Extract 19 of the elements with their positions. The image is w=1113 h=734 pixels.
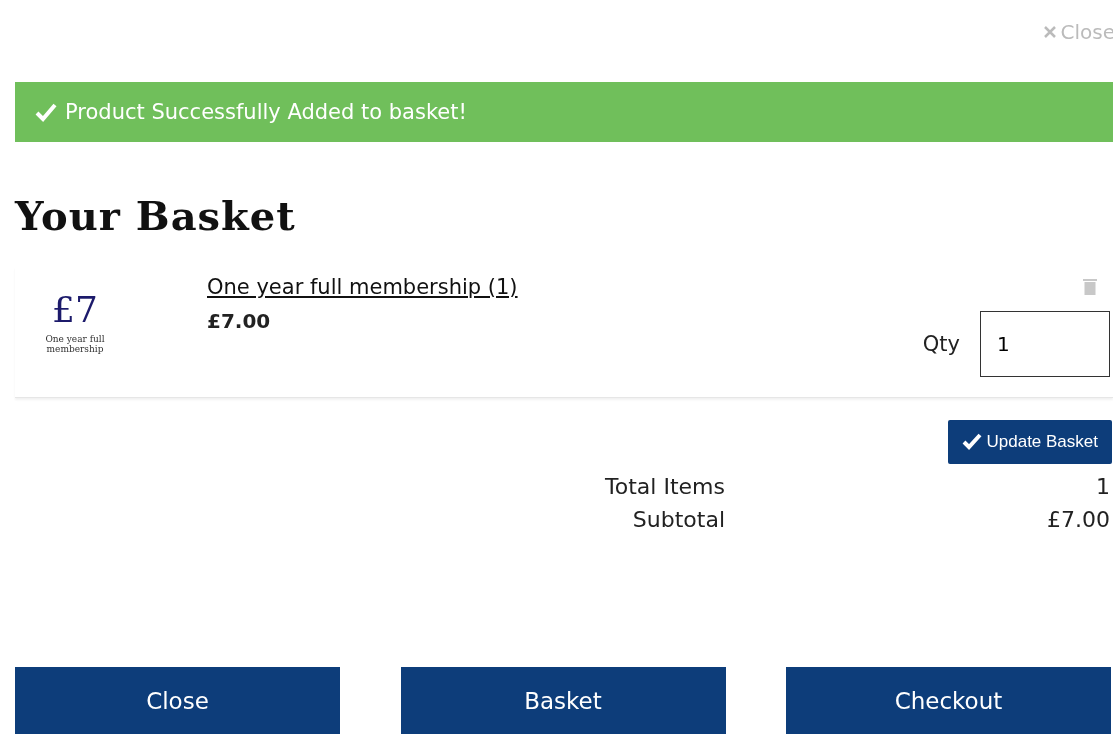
check-icon [962, 433, 983, 451]
product-thumbnail: £7 One year full membership [44, 288, 106, 356]
qty-field[interactable]: 1 [980, 311, 1110, 377]
product-name-link[interactable]: One year full membership (1) [207, 275, 518, 299]
action-button[interactable]: Close [15, 667, 340, 734]
basket-heading: Your Basket [15, 192, 297, 239]
action-button[interactable]: Checkout [786, 667, 1111, 734]
action-button[interactable]: Basket [400, 667, 726, 734]
total-value: 1 [1095, 474, 1111, 499]
trash-icon[interactable] [1082, 277, 1098, 295]
product-price: £7.00 [207, 309, 272, 333]
total-value: £7.00 [1046, 507, 1111, 532]
qty-label: Qty [922, 332, 960, 356]
close-icon [1042, 25, 1057, 39]
total-label: Subtotal [631, 507, 725, 532]
update-basket-button[interactable]: Update Basket [948, 420, 1112, 464]
check-icon [35, 102, 57, 122]
alert-message: Product Successfully Added to basket! [65, 100, 467, 124]
total-label: Total Items [604, 474, 725, 499]
